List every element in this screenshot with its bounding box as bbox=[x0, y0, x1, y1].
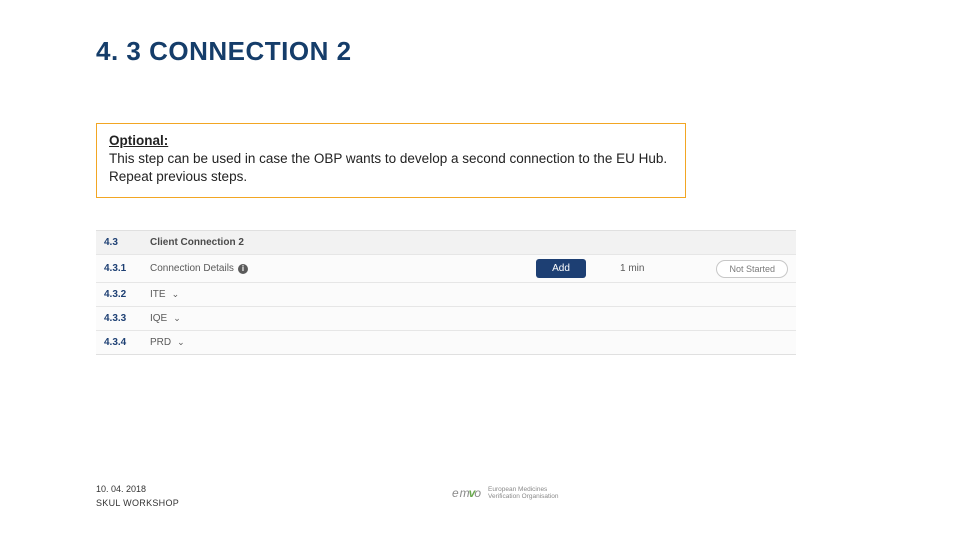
status-badge: Not Started bbox=[716, 260, 788, 278]
env-row-ite[interactable]: 4.3.2 ITE ⌄ bbox=[96, 283, 796, 307]
step-name: IQE bbox=[150, 313, 167, 324]
page-title: 4. 3 CONNECTION 2 bbox=[96, 36, 352, 67]
brand-mark: emvo bbox=[452, 486, 482, 500]
chevron-down-icon: ⌄ bbox=[172, 289, 180, 300]
brand-line1: European Medicines bbox=[488, 486, 558, 493]
chevron-down-icon: ⌄ bbox=[177, 337, 185, 348]
env-row-prd[interactable]: 4.3.4 PRD ⌄ bbox=[96, 331, 796, 355]
step-name-cell: ITE ⌄ bbox=[146, 283, 506, 306]
brand-line2: Verification Organisation bbox=[488, 493, 558, 500]
step-number: 4.3.4 bbox=[96, 331, 146, 354]
col-status: Not Started bbox=[686, 256, 796, 282]
step-number: 4.3.2 bbox=[96, 283, 146, 306]
step-number: 4.3 bbox=[96, 231, 146, 254]
footer-date: 10. 04. 2018 bbox=[96, 484, 146, 494]
steps-panel: 4.3 Client Connection 2 4.3.1 Connection… bbox=[96, 230, 796, 355]
brand-text: European Medicines Verification Organisa… bbox=[488, 486, 558, 500]
col-time bbox=[616, 237, 686, 249]
step-name-cell: PRD ⌄ bbox=[146, 331, 506, 354]
col-action: Add bbox=[506, 255, 616, 282]
brand-mark-left: em bbox=[452, 486, 471, 500]
env-row-iqe[interactable]: 4.3.3 IQE ⌄ bbox=[96, 307, 796, 331]
callout-line2: Repeat previous steps. bbox=[109, 169, 247, 184]
panel-header-row: 4.3 Client Connection 2 bbox=[96, 230, 796, 255]
add-button[interactable]: Add bbox=[536, 259, 586, 278]
slide: 4. 3 CONNECTION 2 Optional: This step ca… bbox=[0, 0, 960, 540]
step-name: Connection Details bbox=[150, 263, 234, 274]
callout-label: Optional: bbox=[109, 132, 673, 150]
chevron-down-icon: ⌄ bbox=[173, 313, 181, 324]
step-name: Client Connection 2 bbox=[146, 231, 506, 254]
step-name: ITE bbox=[150, 289, 166, 300]
step-name-cell: IQE ⌄ bbox=[146, 307, 506, 330]
step-number: 4.3.3 bbox=[96, 307, 146, 330]
col-status bbox=[686, 239, 796, 247]
col-action bbox=[506, 239, 616, 247]
brand-logo: emvo European Medicines Verification Org… bbox=[452, 486, 559, 500]
callout-box: Optional: This step can be used in case … bbox=[96, 123, 686, 198]
footer-event: SKUL WORKSHOP bbox=[96, 498, 179, 508]
step-name: PRD bbox=[150, 337, 171, 348]
step-number: 4.3.1 bbox=[96, 257, 146, 280]
info-icon[interactable]: i bbox=[238, 264, 248, 274]
brand-mark-right: o bbox=[474, 486, 482, 500]
step-name-cell: Connection Details i bbox=[146, 257, 506, 280]
step-time: 1 min bbox=[616, 257, 686, 280]
step-detail-row[interactable]: 4.3.1 Connection Details i Add 1 min Not… bbox=[96, 255, 796, 283]
callout-line1: This step can be used in case the OBP wa… bbox=[109, 151, 667, 166]
